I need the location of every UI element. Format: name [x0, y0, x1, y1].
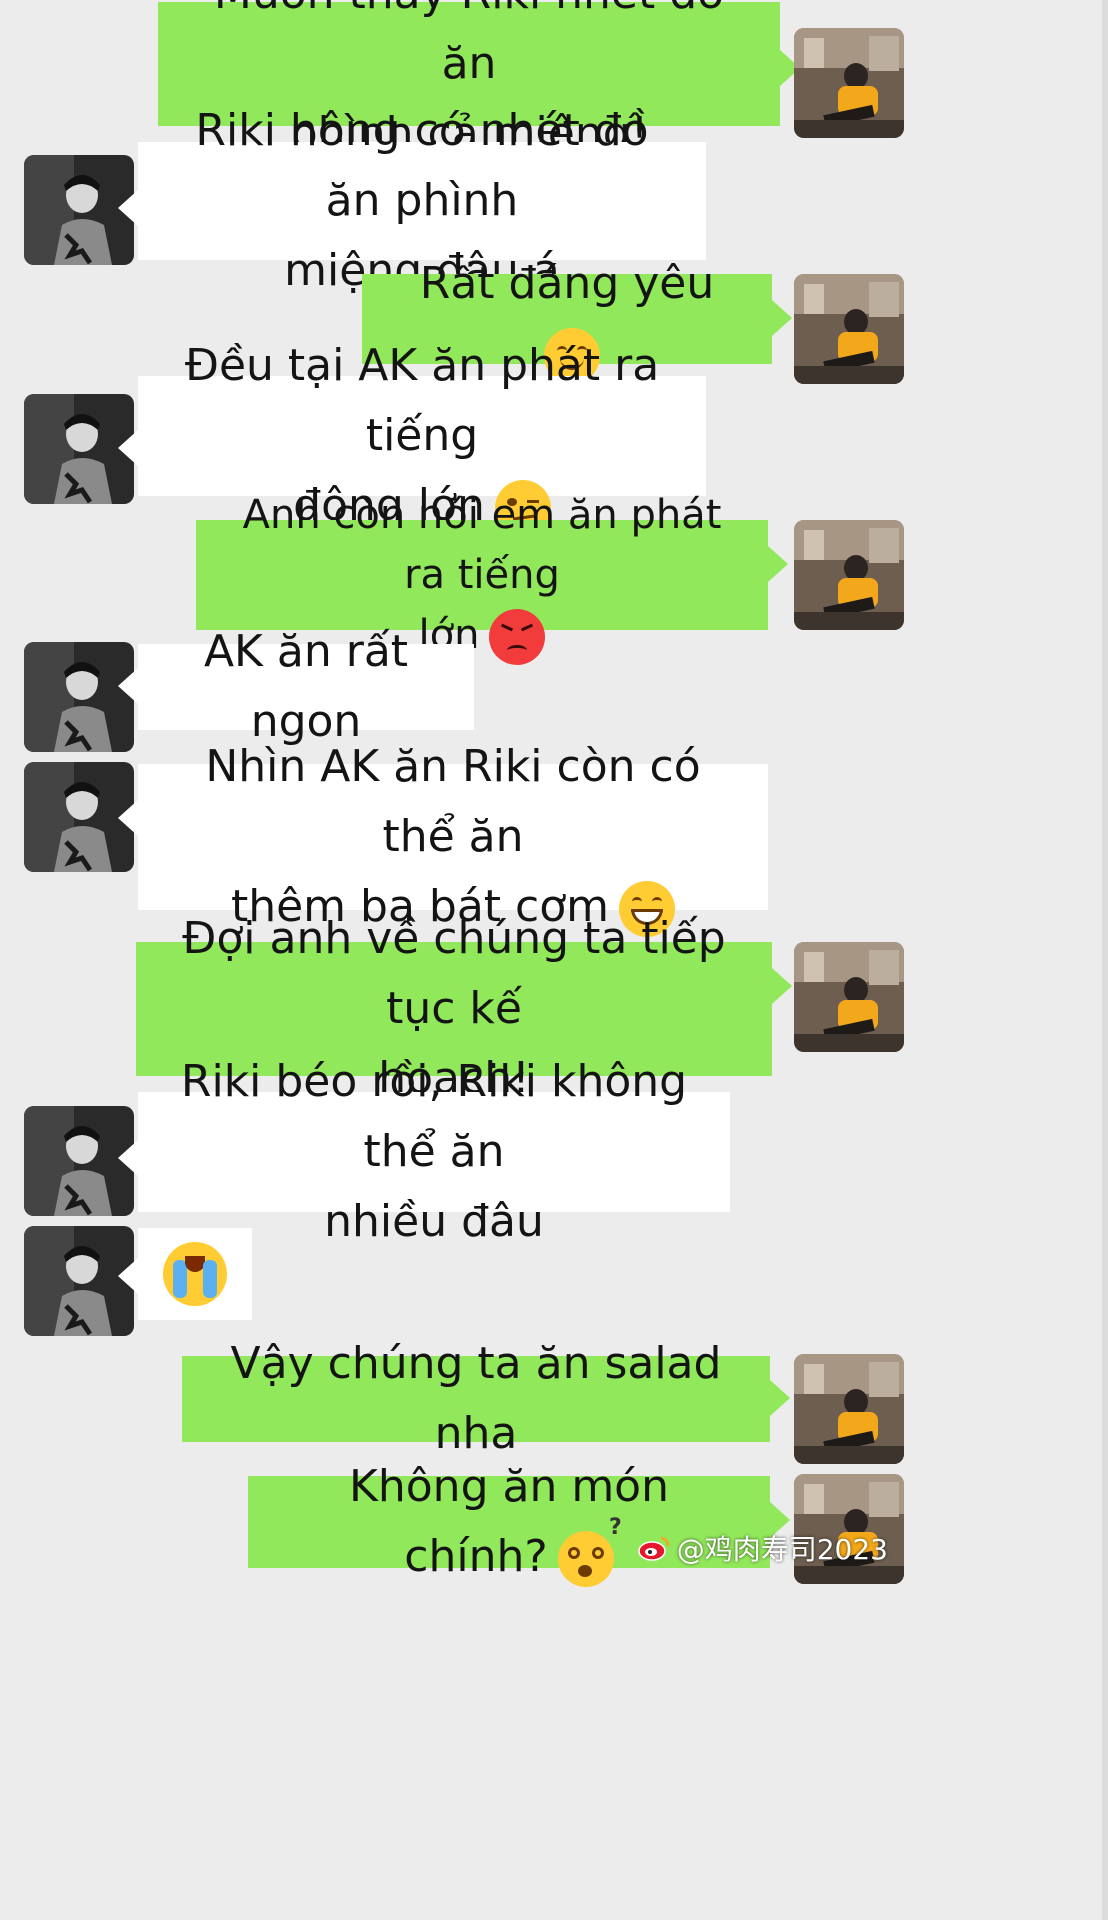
bubble-tail	[772, 300, 792, 336]
message-bubble-incoming[interactable]: Riki hông có nhét đồ ăn phình miệng đâu á	[138, 105, 706, 296]
message-text: Riki béo rồi, Riki không thể ăn	[180, 1056, 688, 1177]
message-text: Riki hông có nhét đồ ăn phình	[195, 105, 649, 226]
dizzy-face-icon: ?	[557, 1517, 622, 1587]
message-bubble-incoming[interactable]: Đều tại AK ăn phát ra tiếng động lớn	[138, 340, 706, 536]
message-bubble-incoming[interactable]: Nhìn AK ăn Riki còn có thể ăn thêm ba bát…	[138, 741, 768, 937]
avatar-me[interactable]	[794, 1354, 904, 1464]
message-text: Đều tại AK ăn phát ra tiếng	[184, 340, 660, 461]
crying-face-icon	[163, 1242, 227, 1306]
avatar-me[interactable]	[794, 274, 904, 384]
bubble-tail	[118, 1258, 138, 1294]
avatar-me[interactable]	[794, 942, 904, 1052]
message-text: Đợi anh về chúng ta tiếp tục kế	[182, 913, 726, 1034]
message-text: Anh còn nói em ăn phát ra tiếng	[242, 492, 722, 598]
bubble-tail	[772, 968, 792, 1004]
avatar-me[interactable]	[794, 28, 904, 138]
bubble-tail	[118, 800, 138, 836]
message-bubble-outgoing[interactable]: Vậy chúng ta ăn salad nha	[182, 1338, 770, 1459]
weibo-icon	[637, 1536, 669, 1561]
bubble-tail	[118, 430, 138, 466]
message-bubble-incoming[interactable]: Riki béo rồi, Riki không thể ăn nhiều đâu	[138, 1056, 730, 1247]
bubble-tail	[768, 546, 788, 582]
bubble-tail	[118, 190, 138, 226]
message-text: nhiều đâu	[324, 1196, 544, 1247]
bubble-tail	[770, 1380, 790, 1416]
avatar-me[interactable]	[794, 520, 904, 630]
bubble-tail	[118, 1140, 138, 1176]
screen-edge	[1102, 0, 1108, 1920]
message-bubble-incoming[interactable]	[138, 1228, 252, 1320]
message-text: Rất đáng yêu	[419, 258, 715, 309]
message-text: Muốn thấy Riki nhét đồ ăn	[214, 0, 724, 89]
message-text: AK ăn rất ngon	[203, 626, 409, 747]
message-bubble-outgoing[interactable]: Anh còn nói em ăn phát ra tiếng lớn	[196, 492, 768, 665]
watermark-text: @鸡肉寿司2023	[676, 1533, 888, 1566]
message-bubble-incoming[interactable]: AK ăn rất ngon	[138, 626, 474, 747]
angry-face-icon	[489, 609, 546, 665]
message-text: Vậy chúng ta ăn salad nha	[230, 1338, 722, 1459]
message-text: Nhìn AK ăn Riki còn có thể ăn	[205, 741, 701, 862]
bubble-tail	[118, 668, 138, 704]
weibo-watermark: @鸡肉寿司2023	[637, 1528, 888, 1568]
